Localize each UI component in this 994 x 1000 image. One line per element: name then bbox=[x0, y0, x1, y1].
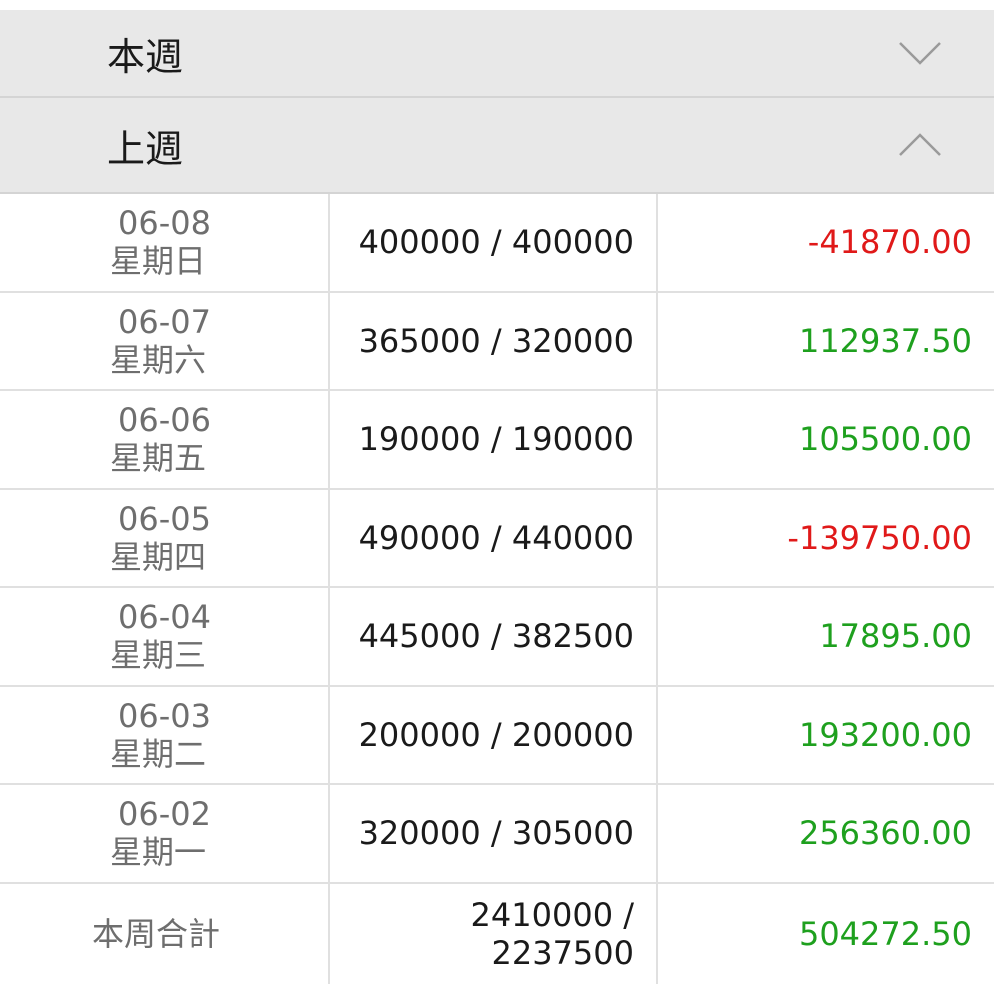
section-title-this-week: 本週 bbox=[107, 34, 184, 79]
table-row[interactable]: 06-08 星期日 400000 / 400000 -41870.00 bbox=[0, 194, 994, 293]
table-row[interactable]: 06-03 星期二 200000 / 200000 193200.00 bbox=[0, 686, 994, 785]
date-cell: 06-04 星期三 bbox=[0, 588, 330, 685]
date-text: 06-03 bbox=[118, 696, 211, 735]
date-text: 06-06 bbox=[118, 401, 211, 440]
top-spacer bbox=[0, 0, 994, 10]
profit-cell: 105500.00 bbox=[798, 420, 972, 459]
total-label-cell: 本周合計 bbox=[0, 883, 330, 984]
date-text: 06-05 bbox=[118, 499, 211, 538]
total-amount-line2: 2237500 bbox=[491, 933, 634, 972]
profit-cell: 193200.00 bbox=[798, 715, 972, 754]
section-title-last-week: 上週 bbox=[107, 126, 184, 171]
total-profit-cell: 504272.50 bbox=[798, 914, 972, 953]
chevron-down-icon[interactable] bbox=[898, 40, 942, 66]
table-row[interactable]: 06-04 星期三 445000 / 382500 17895.00 bbox=[0, 588, 994, 687]
profit-cell: 17895.00 bbox=[819, 617, 972, 656]
profit-cell: 256360.00 bbox=[798, 814, 972, 853]
chevron-up-icon[interactable] bbox=[898, 132, 942, 158]
amount-cell: 200000 / 200000 bbox=[330, 686, 658, 783]
table-row[interactable]: 06-07 星期六 365000 / 320000 112937.50 bbox=[0, 292, 994, 391]
date-text: 06-07 bbox=[118, 302, 211, 341]
profit-cell: -41870.00 bbox=[807, 223, 972, 262]
date-cell: 06-05 星期四 bbox=[0, 489, 330, 586]
weekday-text: 星期日 bbox=[110, 242, 207, 281]
amount-cell: 490000 / 440000 bbox=[330, 489, 658, 586]
date-text: 06-04 bbox=[118, 598, 211, 637]
amount-cell: 190000 / 190000 bbox=[330, 391, 658, 488]
weekday-text: 星期一 bbox=[110, 833, 207, 872]
date-text: 06-02 bbox=[118, 795, 211, 834]
table-row[interactable]: 06-02 星期一 320000 / 305000 256360.00 bbox=[0, 785, 994, 884]
total-amount-cell: 2410000 / 2237500 bbox=[330, 883, 658, 984]
weekday-text: 星期五 bbox=[110, 439, 207, 478]
profit-cell: -139750.00 bbox=[787, 518, 972, 557]
table-row[interactable]: 06-06 星期五 190000 / 190000 105500.00 bbox=[0, 391, 994, 490]
last-week-table: 06-08 星期日 400000 / 400000 -41870.00 06-0… bbox=[0, 194, 994, 984]
section-last-week[interactable]: 上週 bbox=[0, 98, 994, 194]
weekday-text: 星期四 bbox=[110, 537, 207, 576]
date-text: 06-08 bbox=[118, 204, 211, 243]
total-label: 本周合計 bbox=[92, 914, 221, 953]
amount-cell: 400000 / 400000 bbox=[330, 194, 658, 291]
total-amount-line1: 2410000 / bbox=[470, 895, 634, 934]
profit-cell: 112937.50 bbox=[798, 321, 972, 360]
date-cell: 06-06 星期五 bbox=[0, 391, 330, 488]
amount-cell: 365000 / 320000 bbox=[330, 292, 658, 389]
weekday-text: 星期三 bbox=[110, 636, 207, 675]
date-cell: 06-02 星期一 bbox=[0, 785, 330, 882]
date-cell: 06-03 星期二 bbox=[0, 686, 330, 783]
amount-cell: 445000 / 382500 bbox=[330, 588, 658, 685]
date-cell: 06-08 星期日 bbox=[0, 194, 330, 291]
weekday-text: 星期二 bbox=[110, 734, 207, 773]
section-this-week[interactable]: 本週 bbox=[0, 10, 994, 98]
total-row: 本周合計 2410000 / 2237500 504272.50 bbox=[0, 883, 994, 984]
table-row[interactable]: 06-05 星期四 490000 / 440000 -139750.00 bbox=[0, 489, 994, 588]
amount-cell: 320000 / 305000 bbox=[330, 785, 658, 882]
weekday-text: 星期六 bbox=[110, 340, 207, 379]
date-cell: 06-07 星期六 bbox=[0, 292, 330, 389]
